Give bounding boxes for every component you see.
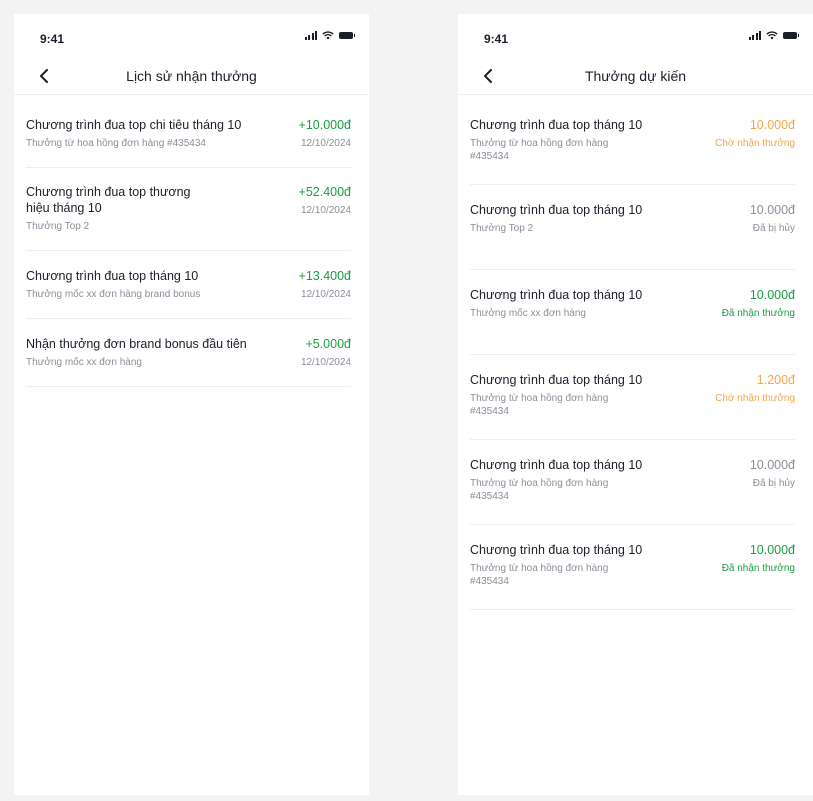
signal-icon [748,31,761,40]
page-title: Lịch sử nhận thưởng [126,68,257,84]
reward-amount: +52.400đ [298,185,351,199]
reward-item[interactable]: Chương trình đua top tháng 10 Thưởng mốc … [26,251,351,319]
reward-item[interactable]: Nhận thưởng đơn brand bonus đầu tiên Thưở… [26,319,351,387]
reward-item-values: 10.000đ Đã nhận thưởng [722,542,795,592]
reward-item-values: 10.000đ Đã bị hủy [750,202,795,252]
expected-reward-screen: 9:41 Thưởng dự kiến Chương trình đua top… [458,14,813,795]
reward-amount: +5.000đ [305,337,351,351]
expected-reward-item[interactable]: Chương trình đua top tháng 10 Thưởng từ h… [470,95,795,185]
status-icons [304,31,355,40]
reward-item-values: +5.000đ 12/10/2024 [301,336,351,369]
reward-amount: 1.200đ [756,373,795,387]
expected-reward-list: Chương trình đua top tháng 10 Thưởng từ h… [458,95,813,610]
wifi-icon [322,31,334,40]
reward-amount: 10.000đ [749,288,795,302]
reward-item-title: Chương trình đua top tháng 10 [470,543,643,557]
status-time: 9:41 [40,32,65,46]
reward-item-subtitle: Thưởng từ hoa hồng đơn hàng #435434 [26,138,206,149]
reward-amount: 10.000đ [749,458,795,472]
reward-date: 12/10/2024 [300,289,351,300]
reward-status-badge: Đã bị hủy [752,223,795,234]
reward-item-subtitle: Thưởng mốc xx đơn hàng [470,308,586,319]
reward-amount: 10.000đ [749,543,795,557]
reward-item-title: Nhận thưởng đơn brand bonus đầu tiên [26,337,247,351]
status-bar: 9:41 [458,14,813,54]
reward-status-badge: Chờ nhận thưởng [715,393,795,404]
reward-date: 12/10/2024 [300,357,351,368]
reward-item-info: Nhận thưởng đơn brand bonus đầu tiên Thưở… [26,336,301,369]
signal-icon [304,31,317,40]
reward-item-values: +10.000đ 12/10/2024 [299,117,351,150]
expected-reward-item[interactable]: Chương trình đua top tháng 10 Thưởng từ h… [470,525,795,610]
nav-bar: Thưởng dự kiến [458,54,813,95]
reward-history-list: Chương trình đua top chi tiêu tháng 10 Th… [14,95,369,387]
expected-reward-item[interactable]: Chương trình đua top tháng 10 Thưởng mốc … [470,270,795,355]
battery-icon [339,32,355,39]
reward-status-badge: Đã nhận thưởng [721,308,795,319]
reward-date: 12/10/2024 [300,138,351,149]
reward-item-values: 10.000đ Đã nhận thưởng [722,287,795,337]
reward-status-badge: Đã nhận thưởng [721,563,795,574]
status-time: 9:41 [484,32,509,46]
reward-item-subtitle: Thưởng từ hoa hồng đơn hàng #435434 [470,393,609,417]
nav-bar: Lịch sử nhận thưởng [14,54,369,95]
status-icons [748,31,799,40]
reward-amount: +10.000đ [298,118,351,132]
reward-item-values: 10.000đ Đã bị hủy [750,457,795,507]
reward-item-info: Chương trình đua top tháng 10 Thưởng từ h… [470,372,715,422]
reward-history-screen: 9:41 Lịch sử nhận thưởng Chương trình đu… [14,14,369,795]
reward-item-title: Chương trình đua top tháng 10 [26,269,199,283]
expected-reward-item[interactable]: Chương trình đua top tháng 10 Thưởng Top … [470,185,795,270]
reward-item-values: +13.400đ 12/10/2024 [299,268,351,301]
reward-item-subtitle: Thưởng từ hoa hồng đơn hàng #435434 [470,563,609,587]
reward-item-values: 10.000đ Chờ nhận thưởng [715,117,795,167]
reward-amount: +13.400đ [298,269,351,283]
reward-item-values: 1.200đ Chờ nhận thưởng [715,372,795,422]
reward-item-title: Chương trình đua top tháng 10 [470,203,643,217]
reward-amount: 10.000đ [749,118,795,132]
reward-item-subtitle: Thưởng mốc xx đơn hàng [26,357,142,368]
reward-item-info: Chương trình đua top tháng 10 Thưởng mốc … [470,287,722,337]
reward-item-info: Chương trình đua top tháng 10 Thưởng mốc … [26,268,299,301]
reward-item-title: Chương trình đua top tháng 10 [470,458,643,472]
reward-item-info: Chương trình đua top tháng 10 Thưởng từ h… [470,117,715,167]
expected-reward-item[interactable]: Chương trình đua top tháng 10 Thưởng từ h… [470,355,795,440]
reward-item-subtitle: Thưởng mốc xx đơn hàng brand bonus [26,289,201,300]
reward-item-info: Chương trình đua top thương hiệu tháng 1… [26,184,299,233]
reward-item-title: Chương trình đua top chi tiêu tháng 10 [26,118,242,132]
reward-item-subtitle: Thưởng từ hoa hồng đơn hàng #435434 [470,138,609,162]
reward-item[interactable]: Chương trình đua top thương hiệu tháng 1… [26,168,351,251]
reward-item-info: Chương trình đua top tháng 10 Thưởng Top … [470,202,750,252]
reward-item-values: +52.400đ 12/10/2024 [299,184,351,233]
reward-amount: 10.000đ [749,203,795,217]
reward-item-subtitle: Thưởng Top 2 [26,221,90,232]
reward-item-title: Chương trình đua top tháng 10 [470,373,643,387]
reward-item-subtitle: Thưởng từ hoa hồng đơn hàng #435434 [470,478,609,502]
reward-status-badge: Chờ nhận thưởng [715,138,795,149]
reward-item-title: Chương trình đua top tháng 10 [470,118,643,132]
wifi-icon [766,31,778,40]
reward-date: 12/10/2024 [300,205,351,216]
status-bar: 9:41 [14,14,369,54]
reward-item-info: Chương trình đua top tháng 10 Thưởng từ h… [470,542,722,592]
expected-reward-item[interactable]: Chương trình đua top tháng 10 Thưởng từ h… [470,440,795,525]
reward-item-title: Chương trình đua top tháng 10 [470,288,643,302]
reward-item[interactable]: Chương trình đua top chi tiêu tháng 10 Th… [26,95,351,168]
reward-item-info: Chương trình đua top chi tiêu tháng 10 Th… [26,117,299,150]
battery-icon [783,32,799,39]
reward-item-info: Chương trình đua top tháng 10 Thưởng từ h… [470,457,750,507]
reward-item-title: Chương trình đua top thương hiệu tháng 1… [26,185,191,215]
reward-item-subtitle: Thưởng Top 2 [470,223,534,234]
page-title: Thưởng dự kiến [584,68,687,84]
reward-status-badge: Đã bị hủy [752,478,795,489]
